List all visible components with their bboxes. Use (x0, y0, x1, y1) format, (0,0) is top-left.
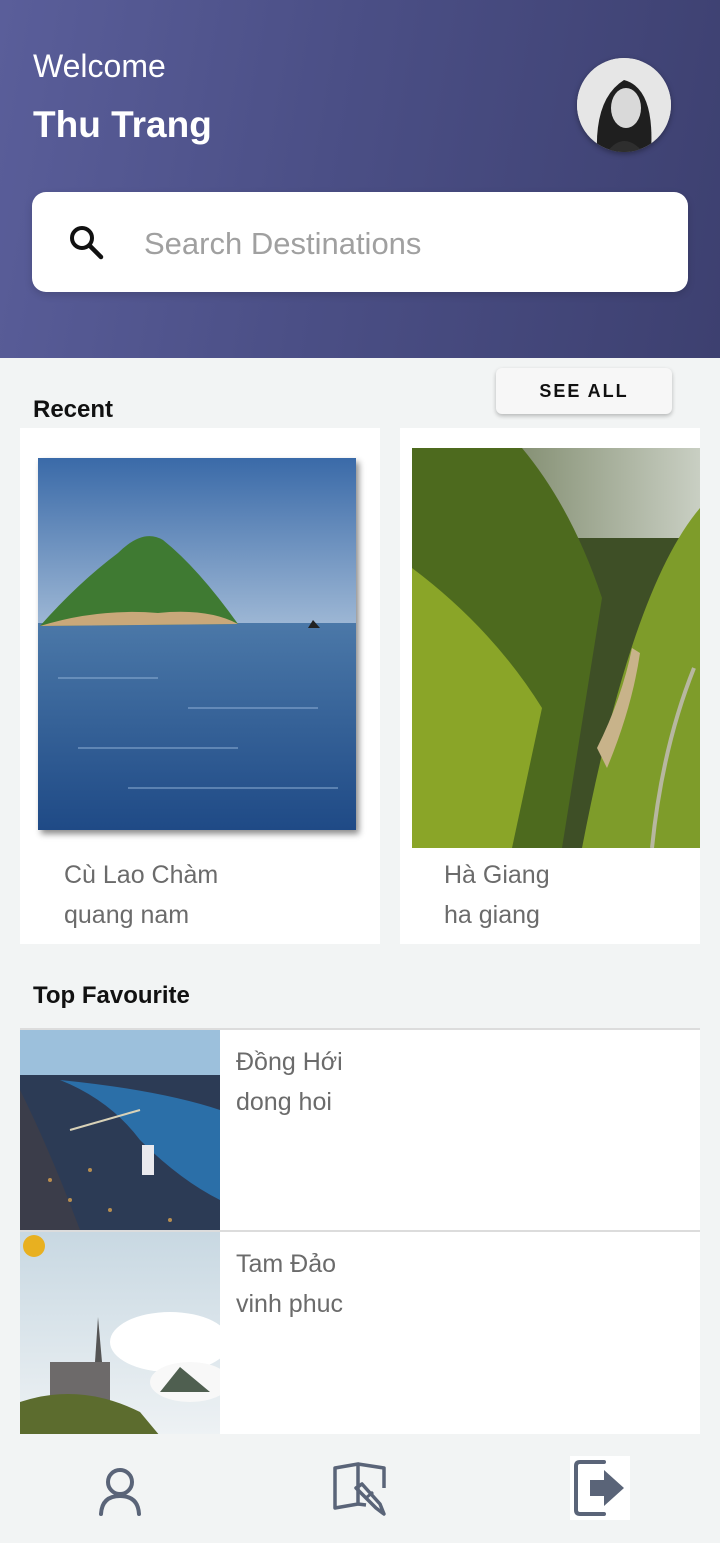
profile-icon[interactable] (90, 1462, 150, 1522)
favourite-item[interactable]: Đồng Hới dong hoi (20, 1028, 700, 1230)
edit-notebook-icon[interactable] (330, 1458, 390, 1518)
destination-image (20, 1232, 220, 1436)
recent-title: Recent (33, 396, 114, 423)
top-favourite-title: Top Favourite (33, 982, 190, 1009)
welcome-text: Welcome (33, 48, 166, 84)
destination-image (412, 448, 700, 848)
destination-province: vinh phuc (236, 1290, 344, 1318)
avatar[interactable] (577, 58, 671, 152)
destination-name: Hà Giang (444, 861, 550, 889)
logout-icon[interactable] (570, 1456, 630, 1520)
destination-name: Cù Lao Chàm (64, 861, 219, 889)
destination-image (38, 458, 356, 830)
recent-card[interactable]: Cù Lao Chàm quang nam (20, 428, 380, 944)
username: Thu Trang (33, 104, 212, 145)
destination-name: Đồng Hới (236, 1048, 343, 1076)
destination-name: Tam Đảo (236, 1250, 337, 1278)
destination-image (20, 1030, 220, 1230)
favourite-item[interactable]: Tam Đảo vinh phuc (20, 1230, 700, 1436)
destination-province: ha giang (444, 901, 540, 929)
recent-card[interactable]: Hà Giang ha giang (400, 428, 700, 944)
destination-province: quang nam (64, 901, 190, 929)
search-icon[interactable] (66, 222, 106, 262)
see-all-button[interactable]: SEE ALL (496, 368, 672, 414)
destination-province: dong hoi (236, 1088, 332, 1116)
search-input[interactable] (144, 222, 664, 266)
